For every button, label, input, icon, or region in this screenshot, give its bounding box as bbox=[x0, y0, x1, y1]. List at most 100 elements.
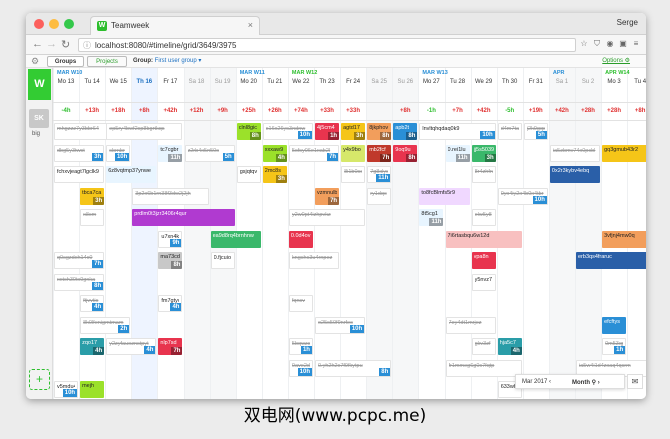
task-bar[interactable]: y2w0pt4izhpvkz bbox=[288, 209, 366, 226]
task-bar[interactable]: d4m7ta bbox=[497, 123, 522, 140]
task-bar[interactable]: 3vfjnj4mw0q bbox=[602, 230, 646, 248]
browser-user[interactable]: Serge bbox=[617, 18, 638, 27]
task-bar[interactable]: y2zyfauoznstpyt 4h bbox=[106, 338, 157, 355]
reload-icon[interactable]: ↻ bbox=[61, 38, 70, 51]
task-bar[interactable]: apb2t 8h bbox=[393, 123, 418, 140]
task-bar[interactable]: kngchc3u4rnpez bbox=[288, 252, 340, 269]
task-bar[interactable]: 8i1b0sdg bbox=[341, 166, 366, 183]
url-field[interactable]: ⓘ localhost:8080/#timeline/grid/3649/397… bbox=[78, 38, 576, 52]
task-bar[interactable]: o25s50f9nrfec 10h bbox=[315, 316, 366, 334]
task-bar[interactable]: 0.fjcuio bbox=[210, 252, 235, 269]
task-bar[interactable]: 0x2r3kybv4ebq bbox=[549, 166, 601, 183]
task-bar[interactable]: 8t5cg1 11h bbox=[419, 209, 444, 226]
task-bar[interactable]: ftjvvtic 4h bbox=[80, 295, 105, 312]
task-bar[interactable]: s16x26ys3ndnw 10h bbox=[262, 123, 313, 140]
task-bar[interactable]: mejh bbox=[80, 381, 105, 398]
task-bar[interactable]: ea9d8rq4brnhnw bbox=[210, 230, 261, 248]
task-bar[interactable]: vzmnulb 7h bbox=[315, 187, 340, 205]
task-bar[interactable]: ia5zbmv74x0pcbl bbox=[549, 144, 601, 162]
task-bar[interactable]: efcftys bbox=[602, 316, 627, 334]
page-info-icon[interactable]: ⓘ bbox=[83, 40, 91, 51]
projects-tab[interactable]: Projects bbox=[87, 56, 127, 67]
task-bar[interactable]: jj5s5039 3h bbox=[471, 144, 496, 162]
maximize-window-button[interactable] bbox=[64, 19, 74, 29]
task-bar[interactable]: 9oq9u 8h bbox=[393, 144, 418, 162]
task-bar[interactable]: 5sfsy06e1xab2l 7h bbox=[288, 144, 340, 162]
task-bar[interactable]: 0yx4iy2x4b0x4tbr 10h bbox=[497, 187, 548, 205]
task-bar[interactable]: z2rb4x5n50s 5h bbox=[184, 144, 235, 162]
task-bar[interactable]: mb2fcf 7h bbox=[367, 144, 392, 162]
task-bar[interactable]: 8r4zhfnm bbox=[471, 166, 496, 183]
task-bar[interactable]: clnl8gic 8h bbox=[236, 123, 261, 140]
task-bar[interactable]: nlp7sd 7h bbox=[158, 338, 183, 355]
task-bar[interactable]: ma73cd 8h bbox=[158, 252, 183, 269]
task-bar[interactable]: 4j5cm4 1h bbox=[315, 123, 340, 140]
task-bar[interactable]: ep5ry4bwf2sp8bgrtkqs bbox=[106, 123, 183, 140]
close-window-button[interactable] bbox=[34, 19, 44, 29]
frame-extension-icon[interactable]: ▣ bbox=[618, 39, 628, 49]
task-bar[interactable]: elw5y8 bbox=[471, 209, 496, 226]
shield-extension-icon[interactable]: ⛉ bbox=[592, 39, 602, 49]
date-navigation[interactable]: Mar 2017 ‹ Month ⚲ › bbox=[515, 374, 625, 389]
task-bar[interactable]: sbrnbr 10h bbox=[106, 144, 131, 162]
browser-tab[interactable]: W Teamweek × bbox=[90, 16, 260, 35]
group-selector[interactable]: Group: First user group ▾ bbox=[133, 57, 201, 64]
task-bar[interactable]: 7ey4dt1mrjez bbox=[445, 316, 496, 334]
task-bar[interactable]: tbca7ca 3h bbox=[80, 187, 105, 205]
task-bar[interactable]: tc7cgbr 11h bbox=[158, 144, 183, 162]
tab-close-icon[interactable]: × bbox=[248, 20, 253, 30]
task-bar[interactable]: fqnsv bbox=[288, 295, 313, 312]
task-bar[interactable]: gsjqtqv bbox=[236, 166, 261, 183]
task-bar[interactable]: vpa8n bbox=[471, 252, 496, 269]
groups-tab[interactable]: Groups bbox=[47, 56, 84, 67]
task-bar[interactable]: 8jkphov 8h bbox=[367, 123, 392, 140]
teamweek-logo-icon[interactable]: W bbox=[28, 69, 51, 100]
task-bar[interactable]: 3p2x6b1rn38f3dw2j2jh bbox=[132, 187, 209, 205]
task-bar[interactable]: 2mc8s 3h bbox=[262, 166, 287, 183]
current-month-select[interactable]: Mar 2017 ‹ bbox=[522, 379, 551, 385]
task-bar[interactable]: y5nvz7 bbox=[471, 273, 496, 291]
task-bar[interactable]: gq3gmub43r2 bbox=[602, 144, 646, 162]
user-avatar[interactable]: SK bbox=[29, 109, 49, 128]
task-bar[interactable]: hja5c7 4h bbox=[497, 338, 522, 355]
task-bar[interactable]: 7i6rtasbqu6w12d bbox=[445, 230, 522, 248]
options-link[interactable]: Options ⚙ bbox=[602, 57, 630, 64]
task-bar[interactable]: fchxvjeagt7lgclk9 bbox=[54, 166, 105, 183]
task-bar[interactable]: q0sgzdxh14c0 7h bbox=[54, 252, 105, 269]
task-bar[interactable]: to8fcBlmfs5r9 bbox=[419, 187, 470, 205]
group-value[interactable]: First user group ▾ bbox=[155, 58, 202, 64]
task-bar[interactable]: xxxaw9 4h bbox=[262, 144, 287, 162]
timeline-grid[interactable]: MAR W10 MAR W11 MAR W12 MAR W13 APR APR W14 M… bbox=[53, 68, 646, 399]
settings-gear-icon[interactable]: ⚙ bbox=[31, 56, 39, 67]
task-bar[interactable]: agtd17 3h bbox=[341, 123, 366, 140]
task-bar[interactable]: gkv3zf bbox=[471, 338, 496, 355]
task-bar[interactable]: 6z8vqtmp37ynwe bbox=[106, 166, 157, 183]
task-bar[interactable]: 0.rei1lu 11h bbox=[445, 144, 470, 162]
task-bar[interactable]: dbg5y3twst 3h bbox=[54, 144, 105, 162]
circle-extension-icon[interactable]: ◉ bbox=[605, 39, 615, 49]
task-bar[interactable]: 5bqwzs 1h bbox=[288, 338, 313, 355]
task-bar[interactable]: zqo17 4h bbox=[80, 338, 105, 355]
inbox-icon[interactable]: ✉ bbox=[627, 374, 643, 389]
task-bar[interactable]: 0.yh2h2s7f9fkytpu 8h bbox=[315, 359, 392, 377]
task-bar[interactable]: j2k9gqs65h bbox=[523, 123, 548, 140]
task-bar[interactable]: 0.0d4ov bbox=[288, 230, 313, 248]
task-bar[interactable]: prdlm0t3jzr3406r4qur bbox=[132, 209, 235, 226]
menu-icon[interactable]: ≡ bbox=[631, 39, 641, 49]
task-bar[interactable]: ry1dqc bbox=[367, 187, 392, 205]
task-bar[interactable]: fr1mmeg6g0c7fqtp bbox=[445, 359, 522, 377]
task-bar[interactable]: v5mdu4 10h bbox=[54, 381, 79, 398]
task-bar[interactable]: erb3qs4fraruc bbox=[576, 252, 646, 269]
minimize-window-button[interactable] bbox=[49, 19, 59, 29]
task-bar[interactable]: 0ave2d 10h bbox=[288, 359, 313, 377]
bookmark-star-icon[interactable]: ☆ bbox=[579, 39, 589, 49]
back-icon[interactable]: ← bbox=[32, 38, 43, 50]
task-bar[interactable]: lnvltqhqdaq0k9 10h bbox=[419, 123, 496, 140]
task-bar[interactable]: xxtch30tx9gnka 8h bbox=[54, 273, 105, 291]
view-mode-select[interactable]: Month ⚲ › bbox=[572, 379, 600, 386]
add-user-button[interactable]: + bbox=[29, 369, 50, 390]
task-bar[interactable]: 0m53qp5q1h bbox=[602, 338, 627, 355]
task-bar[interactable]: x8cm bbox=[80, 209, 105, 226]
task-bar[interactable]: fm7gtyc 4h bbox=[158, 295, 183, 312]
task-bar[interactable]: 8k0lfenigmtmam 2h bbox=[80, 316, 131, 334]
